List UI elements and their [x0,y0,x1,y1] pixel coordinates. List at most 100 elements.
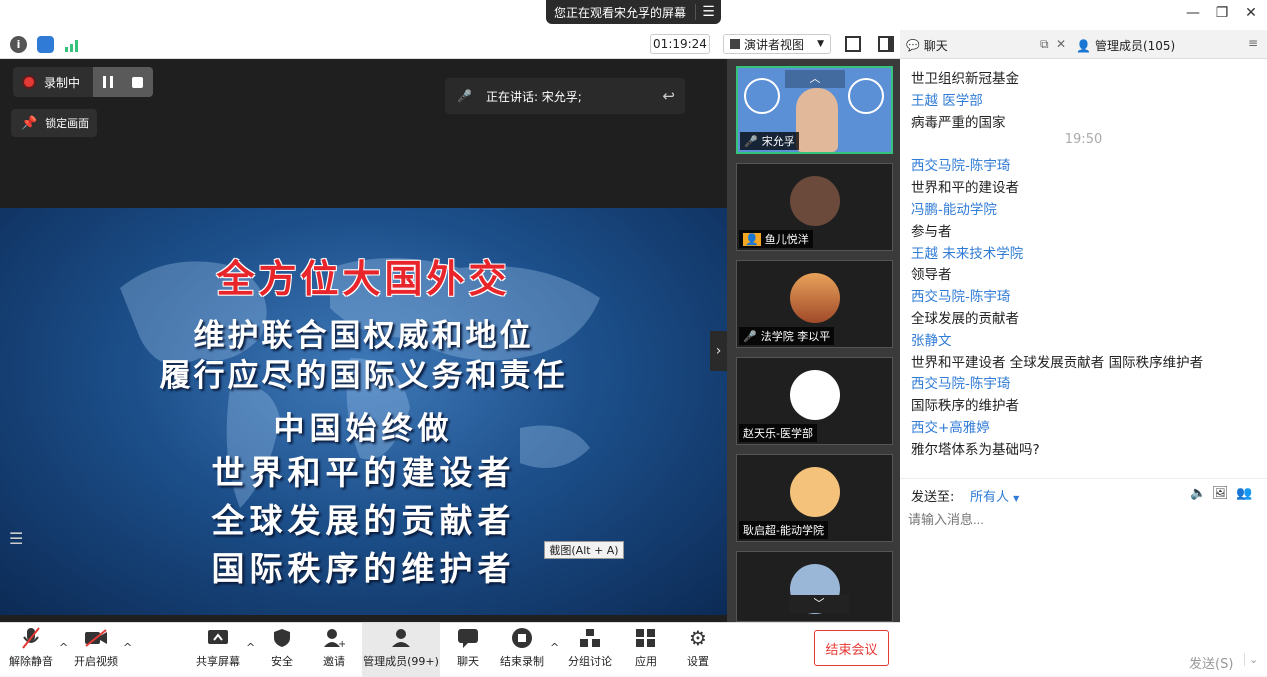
chat-message: 国际秩序的维护者 [911,398,1019,415]
invite-button[interactable]: + 邀请 [316,623,352,677]
un-logo-icon [744,78,780,114]
who-logo-icon [848,78,884,114]
avatar [790,467,840,517]
end-meeting-button[interactable]: 结束会议 [814,630,889,666]
grid-icon [730,39,740,49]
chevron-up-icon[interactable]: ^ [59,641,68,654]
chat-sender[interactable]: 冯鹏-能动学院 [911,198,997,218]
chat-message: 世卫组织新冠基金 [911,71,1019,87]
image-icon[interactable]: 🖼 [1212,486,1229,501]
chevron-up-icon[interactable]: ︿ [785,70,845,88]
view-mode-label: 演讲者视图 [744,37,805,52]
pin-icon: 📌 [21,115,38,131]
share-banner-text: 您正在观看宋允孚的屏幕 [554,5,687,20]
chevron-up-icon[interactable]: ^ [550,641,559,654]
stop-icon[interactable] [132,76,144,88]
chat-sender[interactable]: 西交马院-陈宇琦 [911,285,1010,305]
participant-name: 赵天乐-医学部 [739,424,817,442]
participant-name: 耿启超-能动学院 [739,521,828,539]
shared-screen-stage: 全方位大国外交 维护联合国权威和地位 履行应尽的国际义务和责任 中国始终做 世界… [0,59,727,622]
end-recording-button[interactable]: 结束录制 [498,623,546,677]
manage-members-button[interactable]: 管理成员(99+) [362,623,440,677]
chevron-right-icon[interactable]: › [710,331,727,371]
participant-tile[interactable]: 👤 鱼儿悦洋 [736,163,893,251]
side-panel-tabs: 💬 聊天 ⧉ ✕ 👤 管理成员(105) ≡ [900,30,1267,59]
collapse-icon[interactable]: ↩ [662,87,675,105]
chevron-down-icon[interactable]: ⌄ [1244,653,1258,666]
close-icon[interactable]: ✕ [1240,5,1262,21]
send-to-dropdown[interactable]: 所有人 ▼ [970,486,1019,505]
chat-message: 世界和平建设者 全球发展贡献者 国际秩序维护者 [911,354,1204,371]
menu-icon[interactable]: ≡ [1248,36,1258,50]
gear-icon: ⚙ [689,626,707,650]
add-user-icon: + [322,627,346,649]
participant-tile[interactable]: 耿启超-能动学院 [736,454,893,542]
chat-message: 领导者 [911,267,952,284]
chevron-down-icon[interactable]: ﹀ [789,595,849,613]
tab-chat[interactable]: 💬 聊天 [906,37,948,54]
chat-sender[interactable]: 西交马院-陈宇琦 [911,372,1010,392]
settings-button[interactable]: ⚙ 设置 [680,623,716,677]
share-screen-button[interactable]: 共享屏幕 [194,623,242,677]
pause-icon[interactable] [102,76,113,88]
unmute-button[interactable]: 解除静音 [8,623,54,677]
view-mode-dropdown[interactable]: 演讲者视图 ▼ [723,34,831,54]
participant-tile[interactable]: ﹀ [736,551,893,622]
avatar [790,176,840,226]
chat-sender[interactable]: 王越 未来技术学院 [911,242,1023,262]
send-button[interactable]: 发送(S) [1189,653,1233,672]
popout-icon[interactable]: ⧉ [1040,37,1049,52]
breakout-button[interactable]: 分组讨论 [566,623,614,677]
stop-record-icon [510,627,534,649]
security-button[interactable]: 安全 [264,623,300,677]
maximize-icon[interactable]: ❐ [1211,5,1233,21]
participant-tile[interactable]: 🎤 法学院 李以平 [736,260,893,348]
slide-line-2: 履行应尽的国际义务和责任 [159,358,568,394]
close-icon[interactable]: ✕ [1056,37,1066,51]
info-icon[interactable]: i [10,36,27,53]
participant-name: 🎤 法学院 李以平 [739,327,835,345]
chevron-down-icon: ▼ [1013,494,1020,503]
chat-sender[interactable]: 西交马院-陈宇琦 [911,154,1010,174]
list-icon[interactable]: ☰ [9,529,23,548]
list-icon[interactable]: ☰ [695,4,721,20]
speaking-indicator: 🎤 正在讲话: 宋允孚; ↩ [445,78,685,114]
minimize-icon[interactable]: — [1182,5,1204,21]
video-strip: ︿ 🎤 宋允孚 👤 鱼儿悦洋 🎤 法学院 李以平 赵天乐-医学部 耿启超-能动学院 ﹀ [727,59,900,622]
user-settings-icon[interactable]: 👥 [1236,486,1252,501]
chevron-up-icon[interactable]: ^ [246,641,255,654]
signal-icon[interactable] [65,39,81,55]
chat-timestamp: 19:50 [1064,132,1103,148]
user-icon: 👤 [743,232,761,246]
chat-button[interactable]: 聊天 [450,623,486,677]
lock-screen-label: 锁定画面 [45,117,90,130]
sidebar-toggle-icon[interactable] [878,36,894,52]
participant-tile[interactable]: 赵天乐-医学部 [736,357,893,445]
mic-muted-icon [19,627,43,649]
chat-sender[interactable]: 西交+高雅婷 [911,416,990,436]
fullscreen-icon[interactable] [845,36,861,52]
send-to-label: 发送至: [911,490,955,505]
lock-screen-button[interactable]: 📌 锁定画面 [11,109,97,137]
breakout-icon [578,627,602,649]
speaker-icon[interactable]: 🔈 [1190,486,1206,501]
recording-label: 录制中 [44,75,81,90]
apps-icon [634,627,658,649]
start-video-button[interactable]: 开启视频 [72,623,120,677]
participant-name: 🎤 宋允孚 [740,132,799,150]
apps-button[interactable]: 应用 [628,623,664,677]
slide-line-4: 世界和平的建设者 [211,453,516,492]
chat-input[interactable] [908,507,1258,531]
shield-icon[interactable] [37,36,54,53]
title-bar: 您正在观看宋允孚的屏幕 ☰ — ❐ ✕ [0,0,1267,30]
chat-sender[interactable]: 王越 医学部 [911,89,983,109]
meeting-timer: 01:19:24 [650,34,710,54]
tab-manage-members[interactable]: 👤 管理成员(105) [1076,37,1175,54]
share-banner[interactable]: 您正在观看宋允孚的屏幕 ☰ [546,0,721,24]
mic-icon: 🎤 [744,134,758,148]
chevron-up-icon[interactable]: ^ [123,641,132,654]
chat-sender[interactable]: 张静文 [911,329,952,349]
chevron-down-icon: ▼ [817,39,824,49]
chat-message: 世界和平的建设者 [911,180,1019,197]
participant-tile[interactable]: ︿ 🎤 宋允孚 [736,66,893,154]
